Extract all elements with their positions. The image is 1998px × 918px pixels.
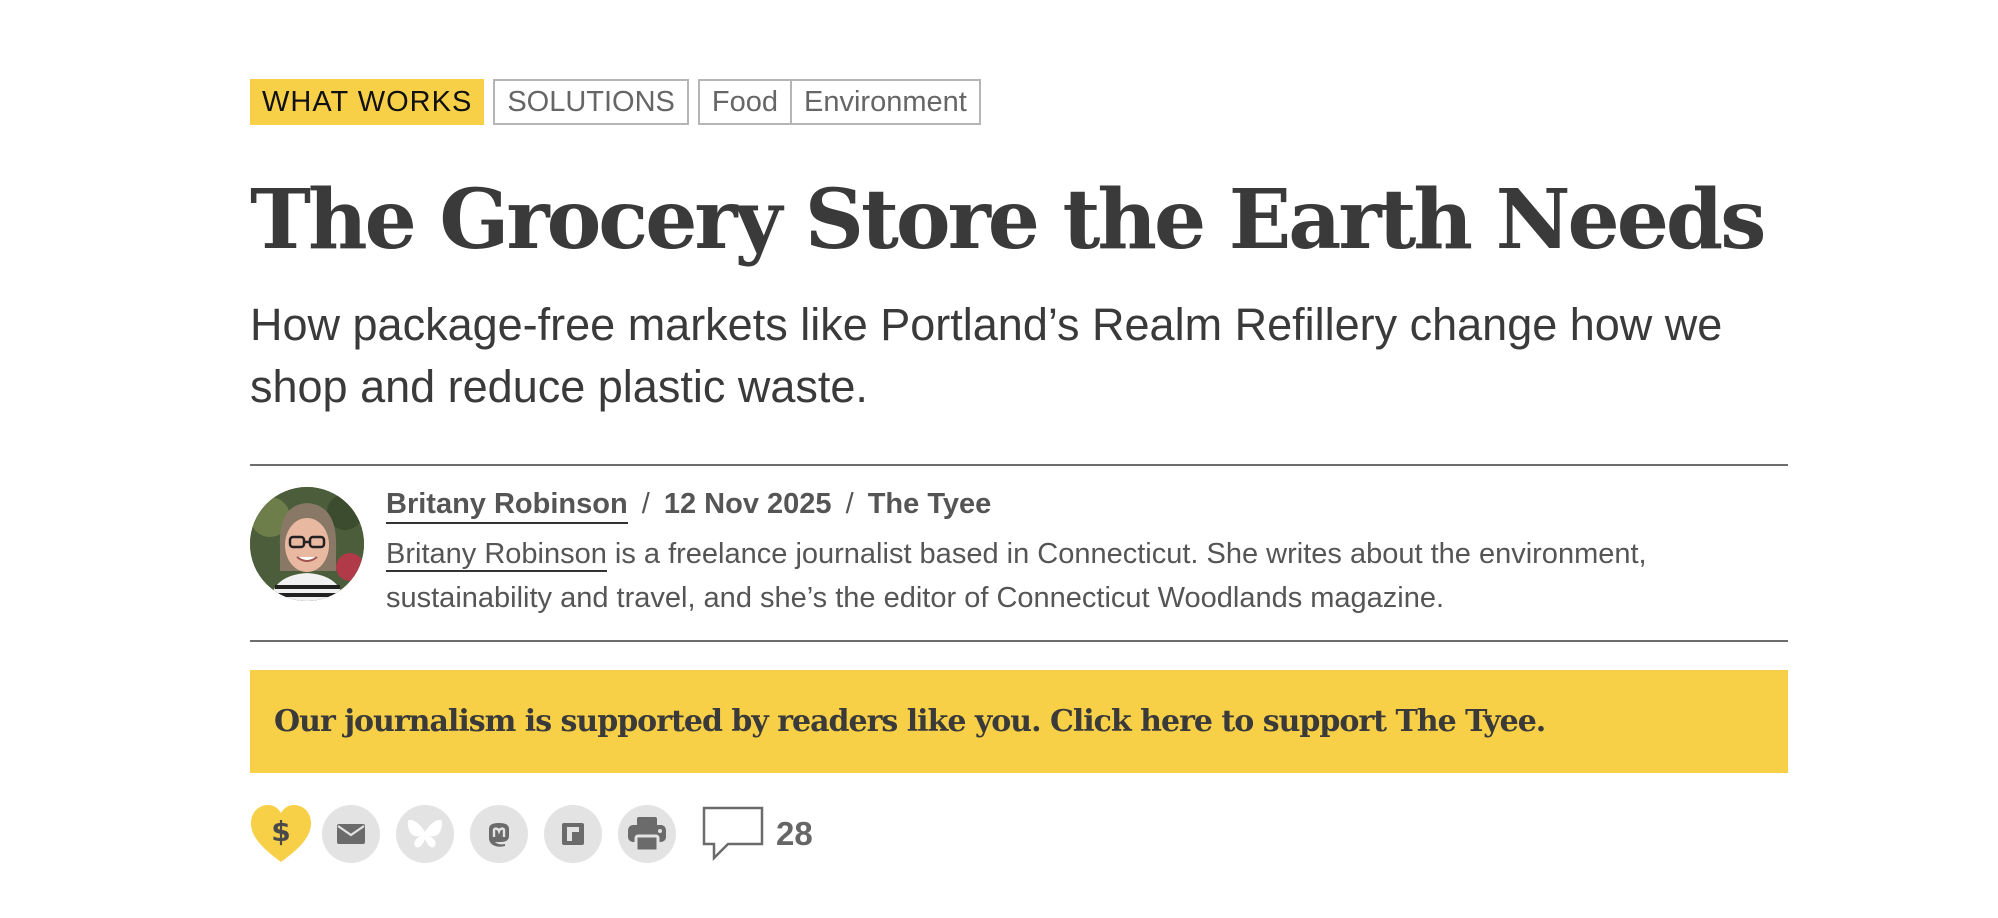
byline: Britany Robinson / 12 Nov 2025 / The Tye… [386,488,992,524]
byline-separator: / [641,488,650,520]
donate-heart-icon: $ [251,805,311,862]
bluesky-icon [407,819,443,848]
author-link[interactable]: Britany Robinson [386,488,628,524]
tag-environment[interactable]: Environment [792,79,981,125]
email-icon [337,824,365,844]
comment-count: 28 [776,815,813,852]
author-bio: Britany Robinson is a freelance journali… [386,532,1786,620]
print-icon [628,817,666,852]
page-title: The Grocery Store the Earth Needs [250,172,1766,268]
support-banner-text: Our journalism is supported by readers l… [274,704,1546,739]
comments-link[interactable]: 28 [702,806,813,862]
bio-author-link[interactable]: Britany Robinson [386,538,607,572]
publication-name: The Tyee [867,488,992,520]
mastodon-share-button[interactable] [470,805,528,863]
article-dek: How package-free markets like Portland’s… [250,299,1723,412]
flipboard-share-button[interactable] [544,805,602,863]
divider-bottom [250,640,1788,642]
donate-button[interactable]: $ [250,804,312,864]
support-banner[interactable]: Our journalism is supported by readers l… [250,670,1788,773]
share-bar: $ 28 [250,802,813,866]
author-photo [250,487,364,601]
print-button[interactable] [618,805,676,863]
bluesky-share-button[interactable] [396,805,454,863]
tag-food[interactable]: Food [697,79,793,125]
topic-tags: Food Environment [697,79,981,125]
publish-date: 12 Nov 2025 [663,488,832,520]
email-share-button[interactable] [322,805,380,863]
donate-symbol: $ [271,815,290,848]
divider-top [250,464,1788,466]
tag-row: WHAT WORKS SOLUTIONS Food Environment [250,79,981,125]
comment-icon [702,806,764,862]
mastodon-icon [489,823,509,847]
flipboard-icon [562,823,584,845]
author-avatar [250,487,364,601]
tag-what-works[interactable]: WHAT WORKS [250,79,485,125]
byline-separator: / [845,488,854,520]
tag-solutions[interactable]: SOLUTIONS [493,79,689,125]
